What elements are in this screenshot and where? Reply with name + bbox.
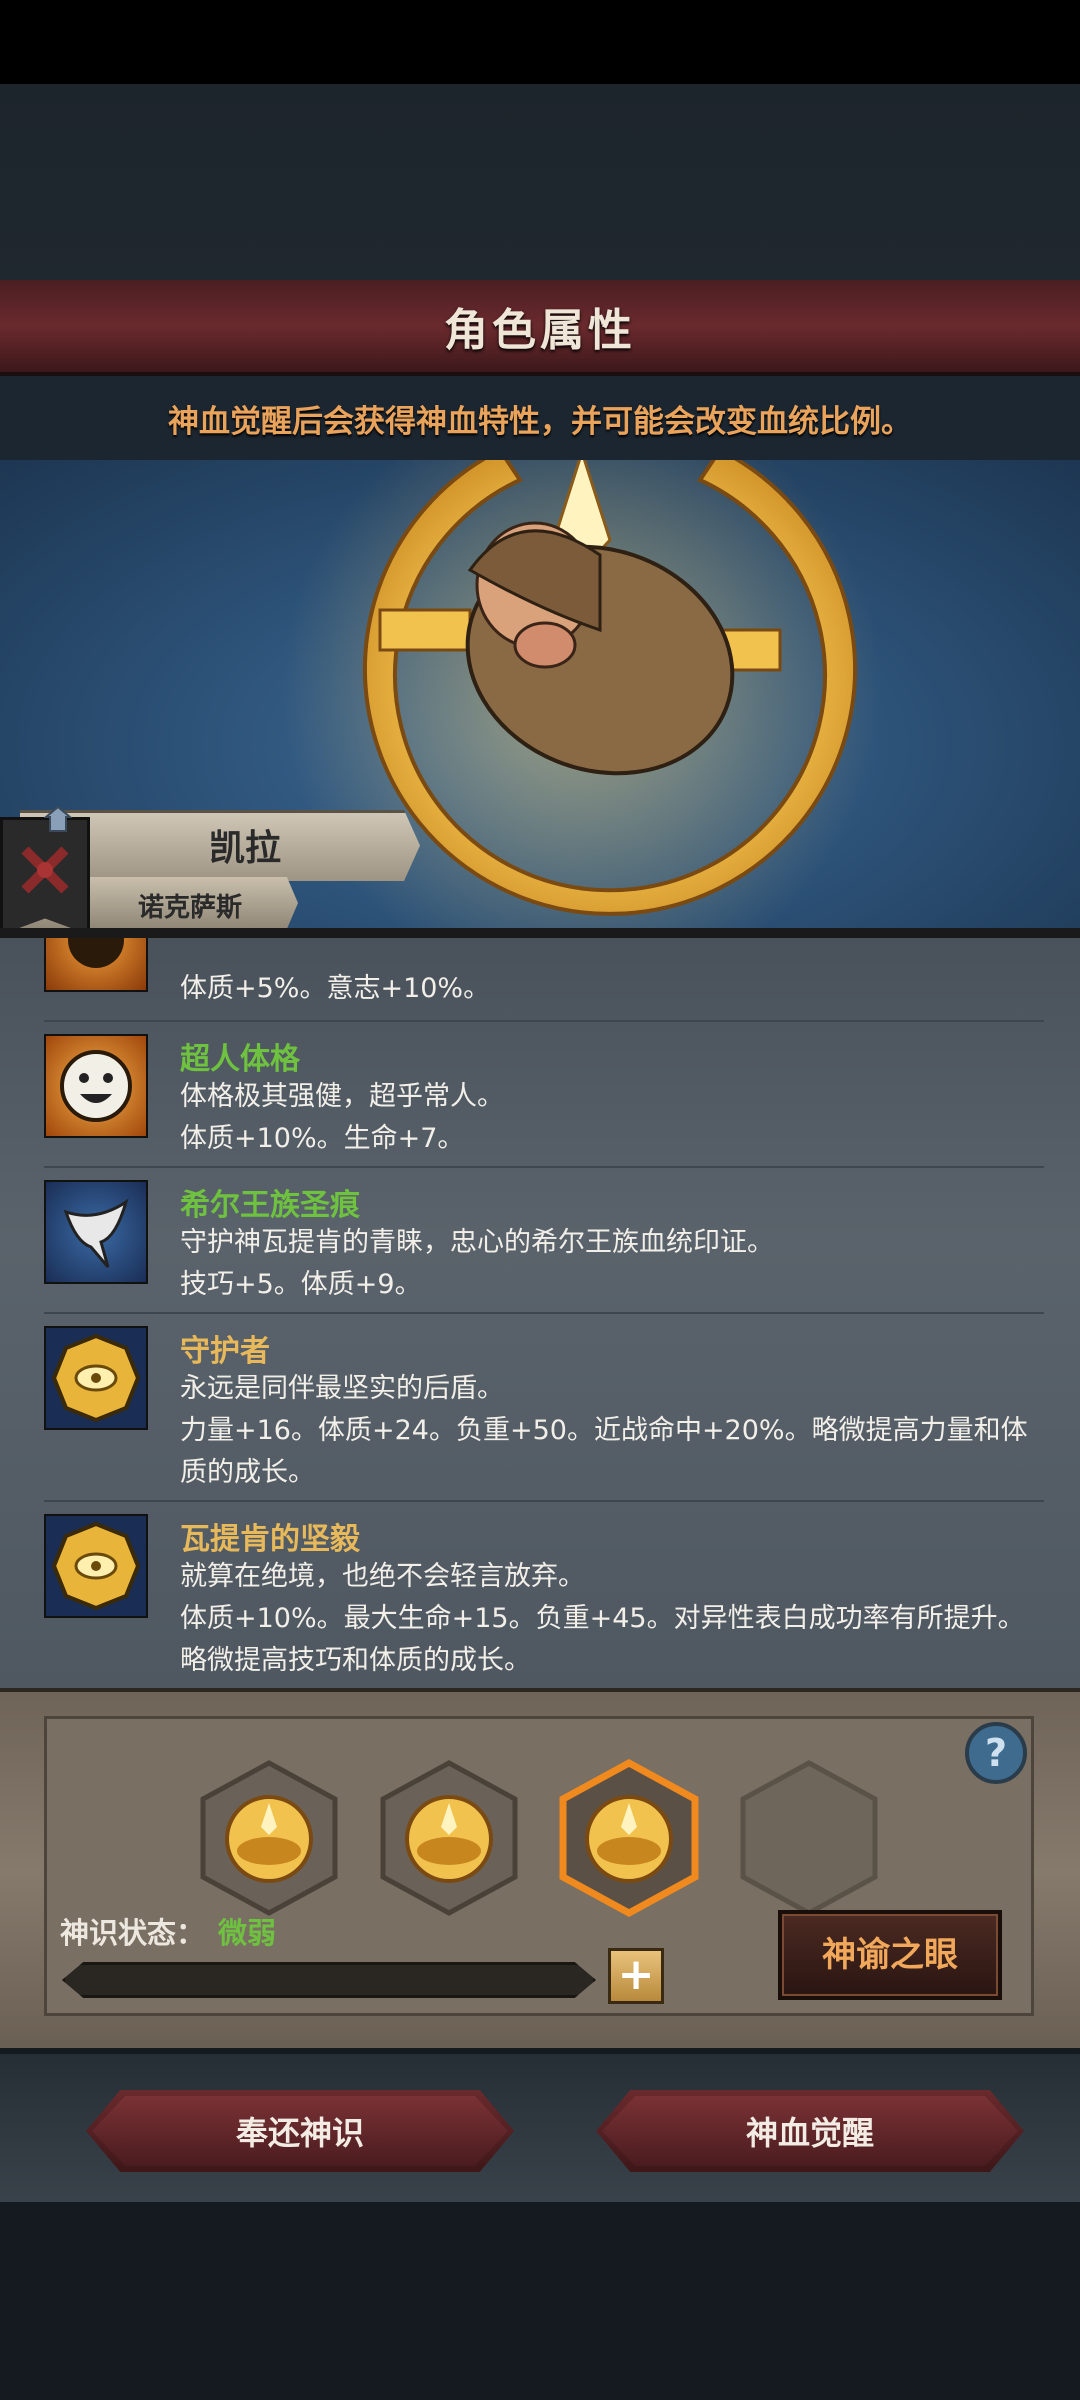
divine-sense-slot-1[interactable] xyxy=(199,1759,339,1917)
bottom-background xyxy=(0,2202,1080,2400)
trait-desc: 体质+5%。意志+10%。 xyxy=(180,973,491,1004)
trait-stats: 力量+16。体质+24。负重+50。近战命中+20%。略微提高力量和体 xyxy=(180,1415,1028,1446)
divine-sense-status-label: 神识状态： xyxy=(60,1916,206,1950)
divine-sense-progress-bar xyxy=(62,1962,596,1998)
character-banner: 凯拉 诺克萨斯 xyxy=(0,805,420,935)
trait-desc-line: 就算在绝境，也绝不会轻言放弃。 xyxy=(180,1561,585,1592)
golden-eye-coin-icon xyxy=(44,1514,148,1618)
trait-desc-line: 体格极其强健，超乎常人。 xyxy=(180,1081,504,1112)
divider xyxy=(44,1500,1044,1502)
smile-face-icon xyxy=(44,1034,148,1138)
title-band: 角色属性 xyxy=(0,280,1080,376)
trait-title: 超人体格 xyxy=(180,1042,300,1077)
page-title: 角色属性 xyxy=(444,305,636,356)
home-icon xyxy=(44,805,72,832)
divine-blood-awaken-button[interactable]: 神血觉醒 xyxy=(596,2090,1024,2172)
trait-desc-line: 守护神瓦提肯的青睐，忠心的希尔王族血统印证。 xyxy=(180,1227,774,1258)
trait-title: 瓦提肯的坚毅 xyxy=(180,1522,360,1557)
divine-sense-status-value: 微弱 xyxy=(218,1916,277,1950)
help-icon[interactable]: ? xyxy=(965,1722,1027,1784)
divider xyxy=(44,1166,1044,1168)
trait-title: 希尔王族圣痕 xyxy=(180,1188,360,1223)
golden-eye-coin-icon xyxy=(44,1326,148,1430)
trait-stats: 体质+10%。生命+7。 xyxy=(180,1123,465,1154)
bottom-action-bar: 奉还神识 神血觉醒 xyxy=(0,2048,1080,2208)
trait-list[interactable]: 体质+5%。意志+10%。 超人体格 体格极其强健，超乎常人。 体质+10%。生… xyxy=(0,938,1080,1688)
divider xyxy=(44,1020,1044,1022)
divine-sense-slot-2[interactable] xyxy=(379,1759,519,1917)
divine-sense-slot-4-empty[interactable] xyxy=(739,1759,879,1917)
return-divine-sense-label: 奉还神识 xyxy=(235,2114,364,2152)
trait-stats-cont: 略微提高技巧和体质的成长。 xyxy=(180,1645,531,1676)
trait-desc-line: 永远是同伴最坚实的后盾。 xyxy=(180,1373,504,1404)
add-divine-sense-button[interactable]: + xyxy=(608,1948,664,2004)
trait-stats: 体质+10%。最大生命+15。负重+45。对异性表白成功率有所提升。 xyxy=(180,1603,1025,1634)
divine-sense-slot-3-selected[interactable] xyxy=(559,1759,699,1917)
character-name: 凯拉 xyxy=(208,828,281,869)
trait-stats: 技巧+5。体质+9。 xyxy=(180,1269,422,1300)
notice-text: 神血觉醒后会获得神血特性，并可能会改变血统比例。 xyxy=(168,403,912,440)
divine-blood-awaken-label: 神血觉醒 xyxy=(745,2114,874,2152)
character-origin: 诺克萨斯 xyxy=(137,893,242,923)
trait-title: 守护者 xyxy=(180,1334,270,1369)
trait-eye-icon xyxy=(44,938,148,992)
return-divine-sense-button[interactable]: 奉还神识 xyxy=(86,2090,514,2172)
status-bar xyxy=(0,0,1080,84)
awaken-panel: ? 神识状态： 微弱 + 神谕之眼 xyxy=(0,1688,1080,2052)
trait-stats-cont: 质的成长。 xyxy=(180,1457,315,1488)
faction-flag-icon xyxy=(0,817,90,935)
notice-bar: 神血觉醒后会获得神血特性，并可能会改变血统比例。 xyxy=(0,376,1080,460)
wing-emblem-icon xyxy=(44,1180,148,1284)
oracle-eye-button[interactable]: 神谕之眼 xyxy=(778,1910,1002,2000)
divider xyxy=(44,1312,1044,1314)
portrait-divider xyxy=(0,928,1080,938)
